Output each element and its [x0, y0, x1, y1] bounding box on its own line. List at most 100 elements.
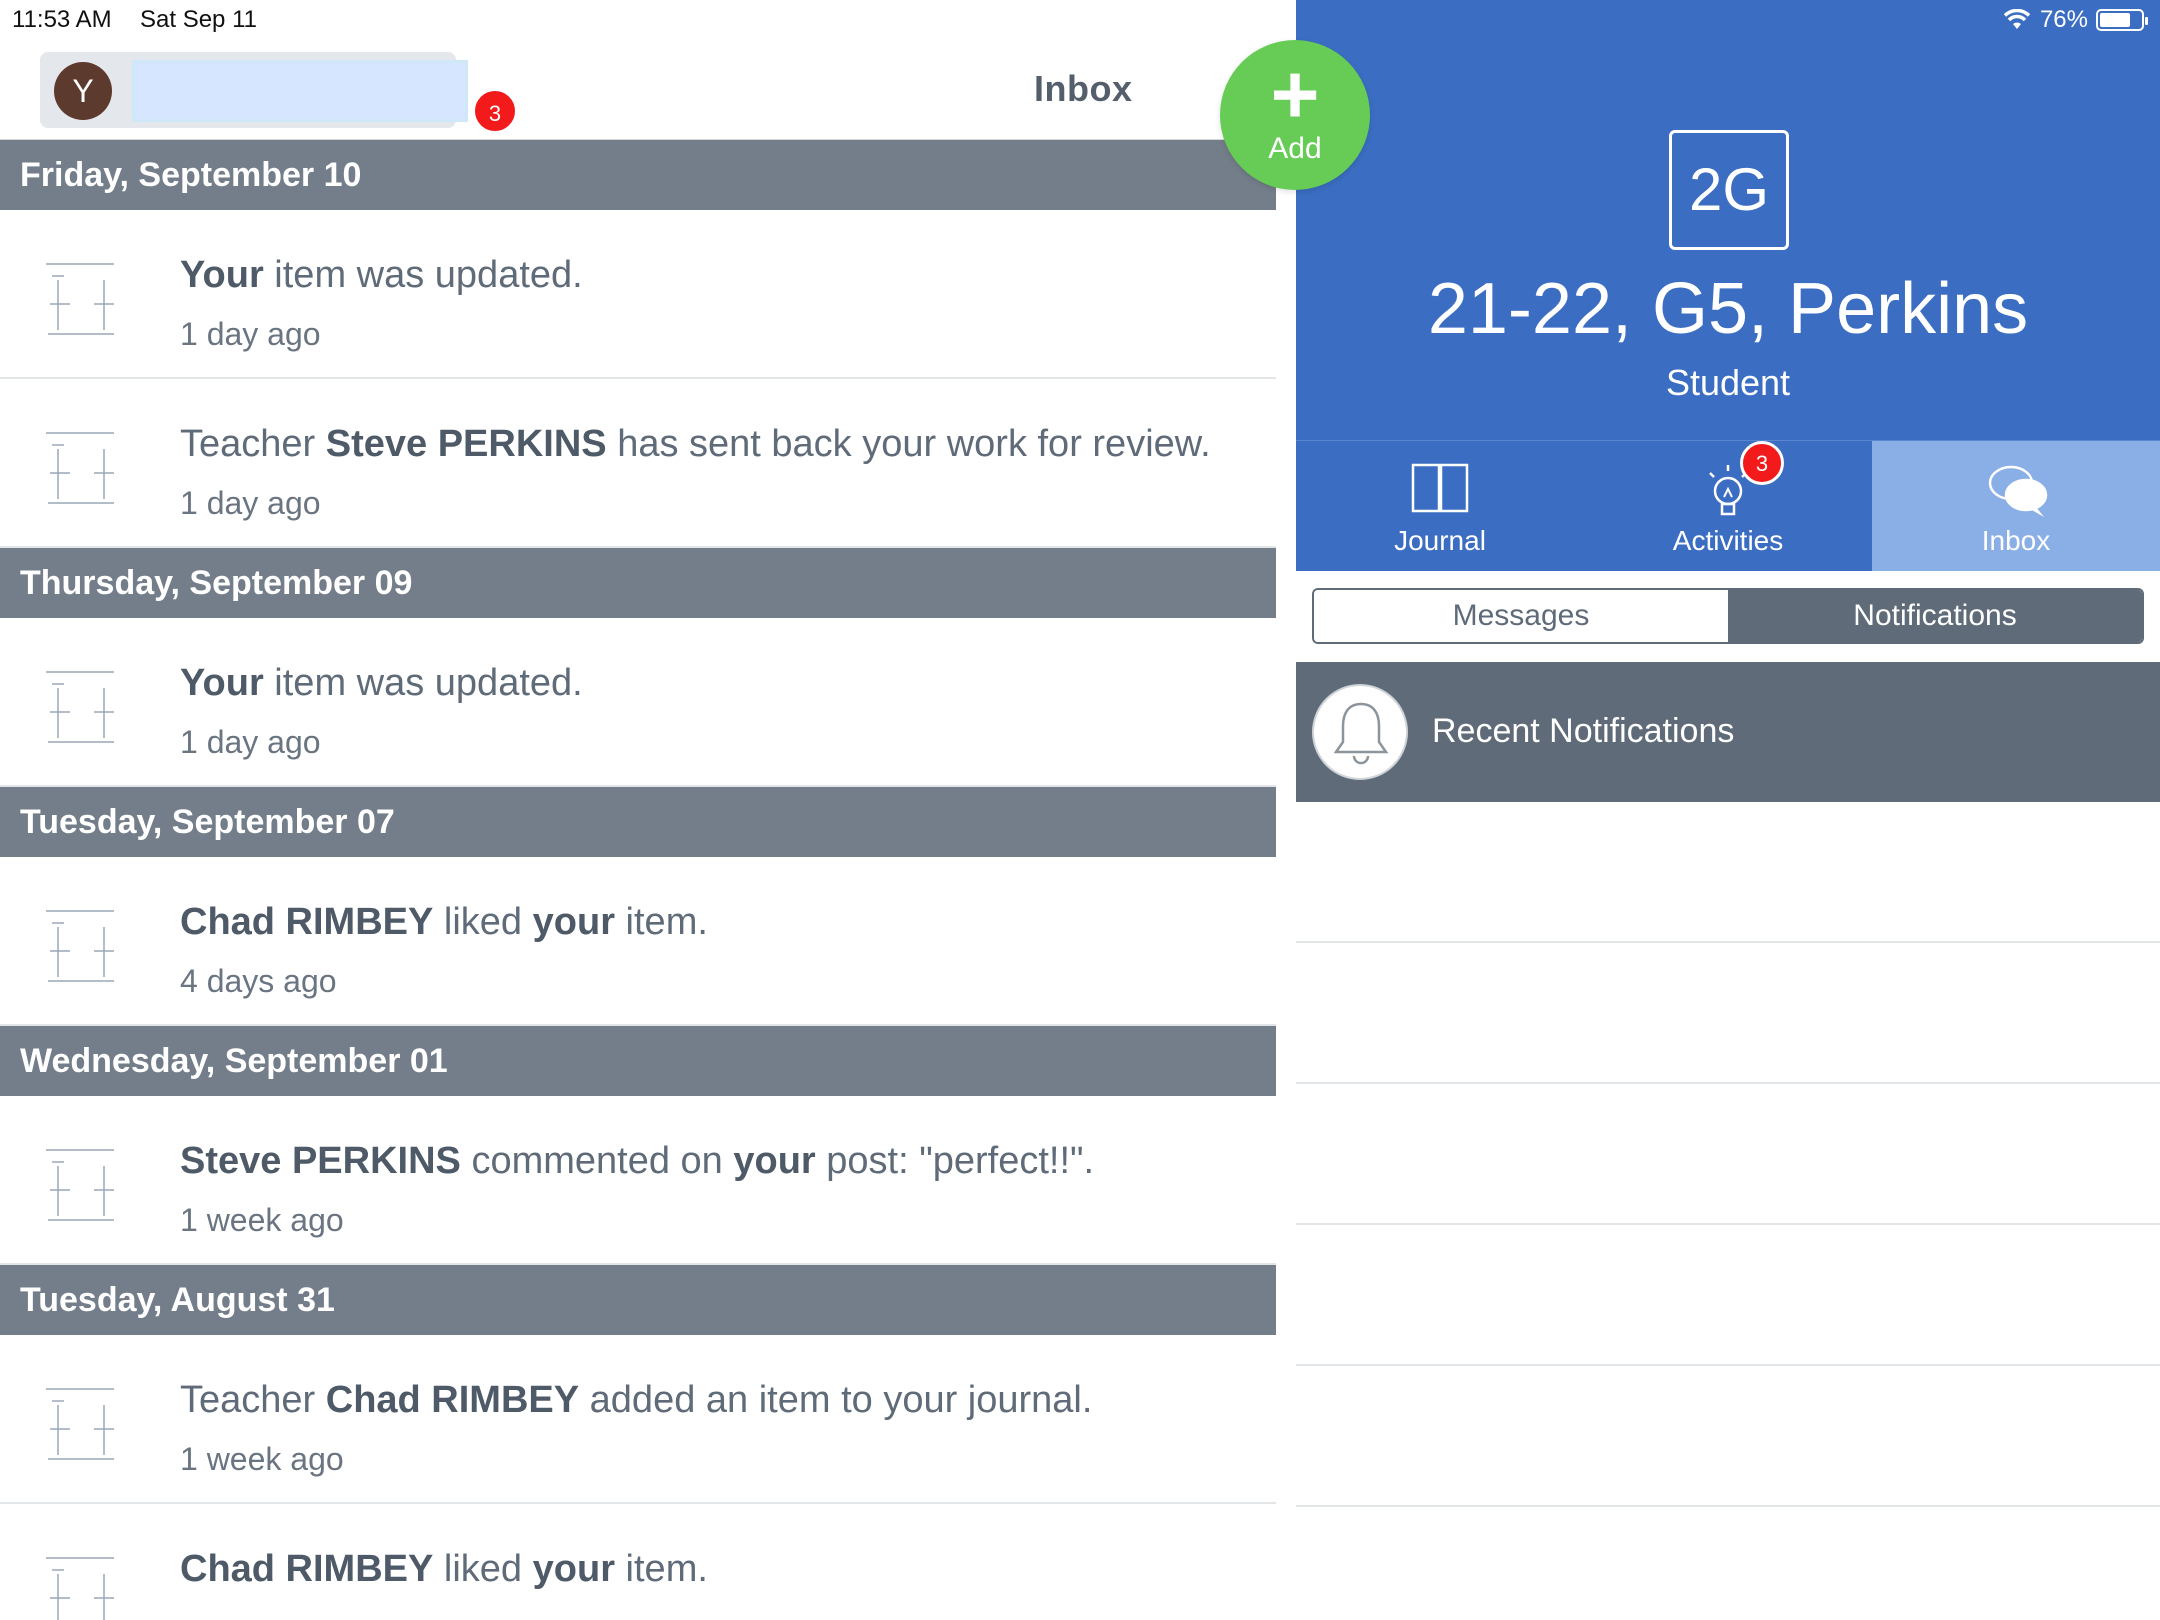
text-emphasis: Chad RIMBEY	[180, 901, 434, 943]
notification-timestamp: 1 week ago	[180, 1441, 344, 1477]
empty-row	[1296, 943, 2160, 1084]
day-header: Tuesday, September 07	[0, 787, 1276, 857]
text-emphasis: Your	[180, 254, 264, 296]
notification-feed: Friday, September 10 Your item was update…	[0, 140, 1276, 1620]
notification-text: Chad RIMBEY liked your item.	[180, 901, 708, 944]
class-role: Student	[1665, 362, 1791, 403]
item-thumbnail	[18, 1544, 144, 1620]
inbox-header: Y 3 Inbox	[0, 40, 1276, 140]
notification-text: Your item was updated.	[180, 662, 583, 705]
bell-icon	[1333, 702, 1389, 765]
battery-icon	[2096, 9, 2148, 31]
tab-label: Inbox	[1981, 525, 2051, 556]
notification-timestamp: 1 week ago	[180, 1202, 344, 1238]
day-header: Wednesday, September 01	[0, 1026, 1276, 1096]
item-thumbnail	[18, 419, 144, 515]
notification-item[interactable]: Teacher Chad RIMBEY added an item to you…	[0, 1335, 1276, 1504]
item-thumbnail	[18, 1136, 144, 1232]
status-time: 11:53 AM	[12, 6, 112, 33]
recent-notifications-label: Recent Notifications	[1432, 712, 1735, 750]
tab-journal[interactable]: Journal	[1296, 441, 1584, 571]
add-button-label: Add	[1268, 132, 1322, 165]
item-thumbnail	[18, 658, 144, 754]
status-date: Sat Sep 11	[140, 6, 257, 33]
redacted-name	[132, 60, 468, 122]
chat-bubbles-icon	[1988, 465, 2048, 517]
segment-messages[interactable]: Messages	[1314, 590, 1728, 642]
item-thumbnail	[18, 1375, 144, 1471]
class-pane: 2G 21-22, G5, Perkins Student Journal 3 …	[1296, 0, 2160, 1620]
text-emphasis: Steve PERKINS	[180, 1140, 461, 1182]
notification-item[interactable]: Teacher Steve PERKINS has sent back your…	[0, 379, 1276, 548]
text-segment: added an item to your journal.	[579, 1379, 1093, 1421]
day-header: Tuesday, August 31	[0, 1265, 1276, 1335]
text-segment: item was updated.	[263, 254, 583, 296]
item-thumbnail	[18, 897, 144, 993]
empty-row	[1296, 1225, 2160, 1366]
tab-label: Journal	[1394, 525, 1486, 556]
text-segment: item was updated.	[263, 662, 583, 704]
notification-text: Steve PERKINS commented on your post: "p…	[180, 1140, 1094, 1183]
notification-timestamp: 1 day ago	[180, 316, 321, 352]
text-segment: Teacher	[180, 423, 326, 465]
profile-badge: 3	[472, 88, 518, 134]
notification-timestamp: 4 days ago	[180, 963, 337, 999]
notification-item[interactable]: Your item was updated. 1 day ago	[0, 618, 1276, 787]
notification-text: Teacher Steve PERKINS has sent back your…	[180, 423, 1211, 466]
class-header: 2G 21-22, G5, Perkins Student	[1296, 0, 2160, 440]
bell-icon-circle	[1312, 684, 1408, 780]
notification-item[interactable]: Steve PERKINS commented on your post: "p…	[0, 1096, 1276, 1265]
profile-switcher[interactable]: Y 3	[40, 52, 518, 134]
notification-item[interactable]: Your item was updated. 1 day ago	[0, 210, 1276, 379]
text-segment: Teacher	[180, 1379, 326, 1421]
recent-notifications-header: Recent Notifications	[1296, 662, 2160, 802]
text-emphasis: Chad RIMBEY	[180, 1548, 434, 1590]
text-emphasis: Steve PERKINS	[325, 423, 607, 465]
text-segment: liked	[433, 1548, 533, 1590]
notification-text: Your item was updated.	[180, 254, 583, 297]
empty-row	[1296, 1084, 2160, 1225]
empty-row	[1296, 1366, 2160, 1507]
tab-inbox[interactable]: Inbox	[1872, 441, 2160, 571]
class-name: 21-22, G5, Perkins	[1427, 269, 2029, 349]
add-button[interactable]: + Add	[1220, 40, 1370, 190]
class-code-badge: 2G	[1669, 130, 1789, 250]
battery-percent: 76%	[2039, 6, 2088, 33]
notification-text: Chad RIMBEY liked your item.	[180, 1548, 708, 1591]
text-emphasis: your	[733, 1140, 816, 1182]
book-icon	[1411, 463, 1469, 513]
inbox-pane: Y 3 Inbox Friday, September 10 Your item …	[0, 0, 1276, 1620]
text-emphasis: Your	[180, 662, 264, 704]
class-tabs: Journal 3 Activities Inbox	[1296, 440, 2160, 571]
page-title: Inbox	[1034, 68, 1133, 109]
inbox-segmented-control: Messages Notifications	[1312, 588, 2144, 644]
text-emphasis: your	[532, 1548, 615, 1590]
text-segment: item.	[615, 1548, 708, 1590]
notification-text: Teacher Chad RIMBEY added an item to you…	[180, 1379, 1092, 1422]
text-segment: item.	[615, 901, 708, 943]
text-emphasis: your	[532, 901, 615, 943]
battery-fill	[2100, 13, 2131, 27]
text-emphasis: Chad RIMBEY	[325, 1379, 580, 1421]
tab-label: Activities	[1672, 525, 1784, 556]
status-bar: 11:53 AM Sat Sep 11 76%	[0, 0, 2160, 40]
notification-timestamp: 1 day ago	[180, 485, 321, 521]
status-indicators: 76%	[2002, 6, 2148, 34]
item-thumbnail	[18, 250, 144, 346]
day-header: Thursday, September 09	[0, 548, 1276, 618]
empty-row	[1296, 1507, 2160, 1620]
avatar: Y	[54, 62, 112, 120]
tab-activities[interactable]: 3 Activities	[1584, 441, 1872, 571]
text-segment: liked	[433, 901, 533, 943]
notification-item[interactable]: Chad RIMBEY liked your item. 4 days ago	[0, 857, 1276, 1026]
empty-row	[1296, 802, 2160, 943]
notification-item[interactable]: Chad RIMBEY liked your item.	[0, 1504, 1276, 1620]
notification-timestamp: 1 day ago	[180, 724, 321, 760]
text-segment: commented on	[460, 1140, 734, 1182]
text-segment: post: "perfect!!".	[815, 1140, 1095, 1182]
text-segment: has sent back your work for review.	[606, 423, 1211, 465]
segment-notifications[interactable]: Notifications	[1728, 590, 2142, 642]
wifi-icon	[2003, 9, 2031, 29]
activities-badge: 3	[1740, 441, 1784, 485]
day-header: Friday, September 10	[0, 140, 1276, 210]
